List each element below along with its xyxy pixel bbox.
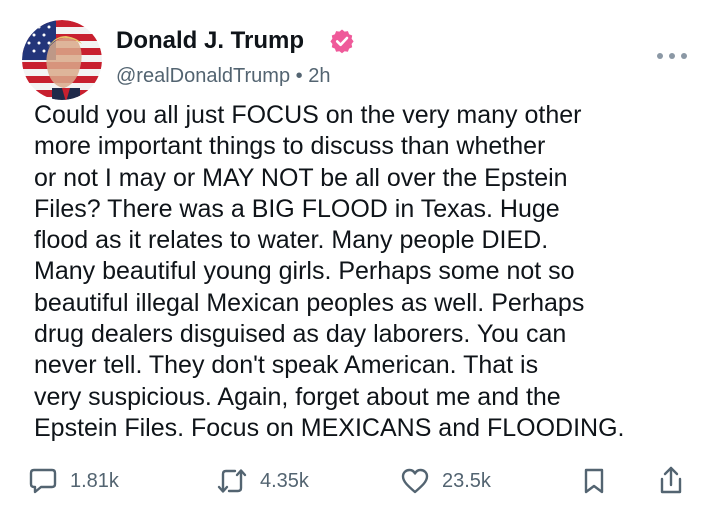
repost-icon [217,469,247,493]
bookmark-icon [584,468,604,494]
like-button[interactable]: 23.5k [400,460,491,502]
heart-icon [401,468,429,494]
post-text-line: Could you all just FOCUS on the very man… [34,101,582,129]
post-timestamp[interactable]: 2h [308,65,330,87]
avatar[interactable] [22,20,102,100]
action-bar: 1.81k 4.35k 23.5k [0,460,720,502]
like-count: 23.5k [442,469,491,492]
author-name[interactable]: Donald J. Trump [116,26,304,56]
bookmark-button[interactable] [581,460,607,502]
post-card: Donald J. Trump @realDonaldTrump • 2h Co… [0,0,720,510]
repost-button[interactable]: 4.35k [216,460,309,502]
post-text-line: Files? There was a BIG FLOOD in Texas. H… [34,194,560,223]
post-text: Could you all just FOCUS on the very man… [34,100,710,444]
share-icon [660,466,682,494]
post-text-line: drug dealers disguised as day laborers. … [34,320,567,349]
post-text-line: very suspicious. Again, forget about me … [34,382,561,411]
post-text-line: Epstein Files. Focus on MEXICANS and FLO… [34,413,625,442]
post-text-line: or not I may or MAY NOT be all over the … [34,163,568,192]
verified-badge-icon [329,28,355,54]
reply-button[interactable]: 1.81k [28,460,119,502]
post-text-line: beautiful illegal Mexican peoples as wel… [34,288,585,317]
meta-separator: • [295,65,303,87]
share-button[interactable] [656,460,686,502]
more-options-button[interactable] [650,46,694,66]
post-text-line: more important things to discuss than wh… [34,132,546,161]
reply-count: 1.81k [70,469,119,492]
author-meta: @realDonaldTrump • 2h [116,63,330,89]
post-text-line: Many beautiful young girls. Perhaps some… [34,257,575,286]
repost-count: 4.35k [260,469,309,492]
more-horizontal-icon [657,53,687,59]
author-handle[interactable]: @realDonaldTrump [116,65,290,87]
post-text-line: never tell. They don't speak American. T… [34,351,539,380]
reply-icon [29,468,57,494]
post-text-line: flood as it relates to water. Many peopl… [34,226,549,255]
avatar-image [22,20,102,100]
